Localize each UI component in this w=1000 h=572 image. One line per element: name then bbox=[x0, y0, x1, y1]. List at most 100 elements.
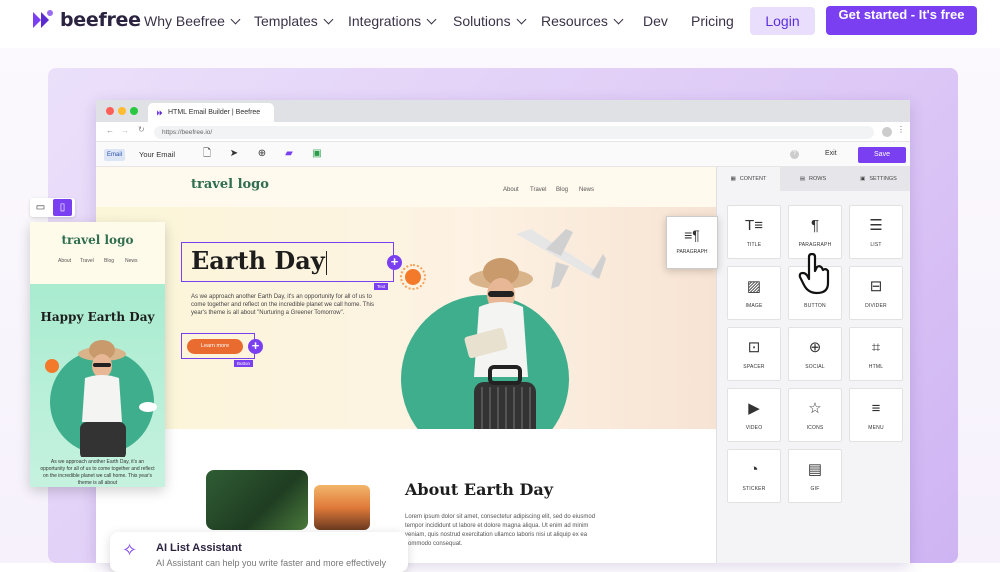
dragging-paragraph-block[interactable]: ≡¶ PARAGRAPH bbox=[666, 216, 718, 269]
more-icon[interactable]: ⋮ bbox=[897, 125, 905, 134]
mobile-nav-item: Travel bbox=[80, 258, 94, 264]
airplane-icon bbox=[516, 229, 606, 289]
block-sticker[interactable]: ◔ STICKER bbox=[727, 449, 781, 503]
title-icon: T≡ bbox=[745, 217, 763, 234]
nav-label: Pricing bbox=[691, 13, 734, 29]
tab-label: SETTINGS bbox=[869, 176, 897, 182]
email-nav-item: Travel bbox=[530, 187, 547, 193]
block-spacer[interactable]: ⊡ SPACER bbox=[727, 327, 781, 381]
nav-integrations[interactable]: Integrations bbox=[348, 13, 437, 29]
block-label: IMAGE bbox=[745, 303, 763, 309]
nav-dev[interactable]: Dev bbox=[643, 13, 668, 29]
exit-button[interactable]: Exit bbox=[825, 150, 837, 157]
mobile-icon[interactable]: ▯ bbox=[53, 199, 72, 216]
tab-content[interactable]: ▦ CONTENT bbox=[717, 167, 780, 191]
ai-assistant-card[interactable]: ✧ AI List Assistant AI Assistant can hel… bbox=[110, 532, 408, 572]
tab-settings[interactable]: ▣ SETTINGS bbox=[846, 167, 910, 191]
browser-tab[interactable]: HTML Email Builder | Beefree bbox=[148, 103, 274, 122]
block-label: BUTTON bbox=[804, 303, 826, 309]
list-icon: ☰ bbox=[869, 217, 883, 234]
block-icons[interactable]: ☆ ICONS bbox=[788, 388, 842, 442]
paragraph-icon: ≡¶ bbox=[684, 227, 700, 243]
desktop-icon[interactable]: ▭ bbox=[33, 200, 48, 215]
drag-label: PARAGRAPH bbox=[676, 249, 708, 255]
top-navigation: beefree Why Beefree Templates Integratio… bbox=[0, 0, 1000, 42]
chevron-down-icon bbox=[516, 14, 527, 24]
block-label: SPACER bbox=[743, 364, 765, 370]
hero-title-text: Earth Day bbox=[191, 246, 325, 275]
email-canvas: travel logo About Travel Blog News Earth… bbox=[96, 167, 716, 563]
video-icon: ▶ bbox=[748, 400, 760, 417]
block-title[interactable]: T≡ TITLE bbox=[727, 205, 781, 259]
nav-templates[interactable]: Templates bbox=[254, 13, 334, 29]
editor-toolbar: Email Your Email 🗋 ➤ ⊕ ▰ ▣ ? Exit Save bbox=[96, 142, 910, 167]
block-label: ICONS bbox=[806, 425, 824, 431]
button-block-tag: Button bbox=[234, 360, 254, 367]
mobile-nav-item: About bbox=[58, 258, 72, 264]
nav-label: Solutions bbox=[453, 13, 511, 29]
add-block-icon[interactable]: + bbox=[248, 339, 263, 354]
chevron-down-icon bbox=[613, 14, 624, 24]
nav-solutions[interactable]: Solutions bbox=[453, 13, 527, 29]
block-video[interactable]: ▶ VIDEO bbox=[727, 388, 781, 442]
block-gif[interactable]: ▤ GIF bbox=[788, 449, 842, 503]
add-block-icon[interactable]: + bbox=[387, 255, 402, 270]
get-started-button[interactable]: Get started - It's free bbox=[826, 6, 977, 35]
social-icon: ⊕ bbox=[808, 339, 822, 356]
profile-icon[interactable] bbox=[882, 127, 892, 137]
hero-title-block[interactable]: Earth Day bbox=[181, 242, 394, 282]
url-field[interactable]: https://beefree.io/ bbox=[154, 126, 874, 139]
reload-icon[interactable]: ↻ bbox=[138, 125, 145, 134]
beefree-tab-icon bbox=[157, 109, 163, 116]
block-social[interactable]: ⊕ SOCIAL bbox=[788, 327, 842, 381]
block-paragraph[interactable]: ¶ PARAGRAPH bbox=[788, 205, 842, 259]
browser-chrome: HTML Email Builder | Beefree bbox=[96, 100, 910, 122]
block-label: VIDEO bbox=[745, 425, 763, 431]
file-check-icon[interactable]: ▣ bbox=[311, 148, 323, 160]
nav-pricing[interactable]: Pricing bbox=[691, 13, 734, 29]
maximize-dot-icon bbox=[130, 107, 138, 115]
text-caret bbox=[325, 250, 327, 275]
hero-paragraph[interactable]: As we approach another Earth Day, it's a… bbox=[191, 293, 386, 317]
about-paragraph[interactable]: Lorem ipsum dolor sit amet, consectetur … bbox=[405, 513, 601, 549]
help-icon[interactable]: ? bbox=[790, 150, 799, 159]
html-icon: ⌗ bbox=[871, 339, 881, 356]
rows-icon: ▤ bbox=[799, 176, 806, 182]
mobile-traveler-illustration bbox=[45, 340, 157, 457]
nav-label: Integrations bbox=[348, 13, 422, 29]
nav-label: Resources bbox=[541, 13, 608, 29]
chat-icon[interactable]: ▰ bbox=[283, 148, 295, 160]
ai-assistant-subtitle: AI Assistant can help you write faster a… bbox=[156, 558, 386, 568]
forest-image[interactable] bbox=[206, 470, 308, 530]
forward-icon[interactable]: → bbox=[121, 126, 129, 135]
learn-more-button[interactable]: Learn more bbox=[187, 339, 243, 354]
hand-cursor-icon bbox=[798, 253, 830, 295]
nav-why-beefree[interactable]: Why Beefree bbox=[144, 13, 241, 29]
save-button[interactable]: Save bbox=[858, 147, 906, 163]
settings-icon: ▣ bbox=[860, 176, 866, 182]
chevron-down-icon bbox=[426, 14, 437, 24]
tab-rows[interactable]: ▤ ROWS bbox=[780, 167, 846, 191]
block-html[interactable]: ⌗ HTML bbox=[849, 327, 903, 381]
chevron-down-icon bbox=[230, 14, 241, 24]
block-label: STICKER bbox=[742, 486, 766, 492]
block-list[interactable]: ☰ LIST bbox=[849, 205, 903, 259]
email-nav-item: Blog bbox=[556, 187, 569, 193]
block-image[interactable]: ▨ IMAGE bbox=[727, 266, 781, 320]
block-divider[interactable]: ⊟ DIVIDER bbox=[849, 266, 903, 320]
globe-icon[interactable]: ⊕ bbox=[256, 148, 268, 160]
tab-label: ROWS bbox=[809, 176, 827, 182]
back-icon[interactable]: ← bbox=[106, 126, 114, 135]
email-nav-item: News bbox=[579, 187, 595, 193]
send-icon[interactable]: ➤ bbox=[228, 148, 240, 160]
sunset-image[interactable] bbox=[314, 485, 370, 530]
file-icon[interactable]: 🗋 bbox=[201, 148, 213, 160]
login-button[interactable]: Login bbox=[750, 7, 815, 35]
divider-icon: ⊟ bbox=[869, 278, 883, 295]
about-title[interactable]: About Earth Day bbox=[405, 480, 553, 499]
block-menu[interactable]: ≡ MENU bbox=[849, 388, 903, 442]
chevron-down-icon bbox=[323, 14, 334, 24]
brand-logo[interactable]: beefree bbox=[30, 8, 141, 32]
document-name[interactable]: Your Email bbox=[139, 150, 175, 159]
nav-resources[interactable]: Resources bbox=[541, 13, 624, 29]
